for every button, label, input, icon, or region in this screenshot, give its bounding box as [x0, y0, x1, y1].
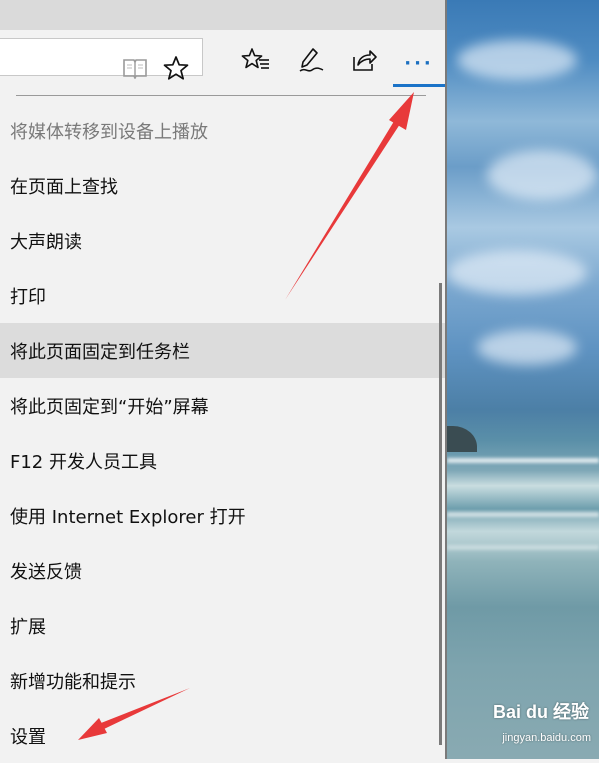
menu-divider — [16, 95, 426, 96]
menu-item-open-with-ie[interactable]: 使用 Internet Explorer 打开 — [0, 488, 445, 543]
cloud — [457, 40, 577, 80]
window-border — [445, 0, 447, 759]
menu-item-find-on-page[interactable]: 在页面上查找 — [0, 158, 445, 213]
menu-item-pin-to-taskbar[interactable]: 将此页面固定到任务栏 — [0, 323, 445, 378]
menu-item-cast-media[interactable]: 将媒体转移到设备上播放 — [0, 103, 445, 158]
share-icon[interactable] — [346, 44, 382, 76]
more-options-menu: 将媒体转移到设备上播放 在页面上查找 大声朗读 打印 将此页面固定到任务栏 将此… — [0, 90, 445, 759]
watermark-logo: Bai du 经验 — [492, 702, 589, 722]
more-button-active-indicator — [393, 84, 445, 87]
menu-item-settings[interactable]: 设置 — [0, 708, 445, 763]
coast-rock — [447, 426, 477, 452]
menu-item-send-feedback[interactable]: 发送反馈 — [0, 543, 445, 598]
hub-icon[interactable] — [238, 44, 274, 76]
edge-browser-window: ··· 将媒体转移到设备上播放 在页面上查找 大声朗读 打印 将此页面固定到任务… — [0, 0, 445, 759]
menu-item-whats-new[interactable]: 新增功能和提示 — [0, 653, 445, 708]
star-icon[interactable] — [161, 53, 191, 83]
address-bar[interactable] — [0, 38, 203, 80]
watermark-url: jingyan.baidu.com — [502, 732, 591, 744]
wave-foam — [447, 512, 599, 517]
menu-item-developer-tools[interactable]: F12 开发人员工具 — [0, 433, 445, 488]
menu-item-read-aloud[interactable]: 大声朗读 — [0, 213, 445, 268]
cloud — [477, 330, 577, 365]
menu-scrollbar[interactable] — [439, 283, 442, 745]
pen-icon[interactable] — [293, 44, 329, 76]
cloud — [487, 150, 597, 200]
toolbar: ··· — [0, 30, 445, 90]
menu-item-print[interactable]: 打印 — [0, 268, 445, 323]
tab-bar — [0, 0, 445, 30]
cloud — [447, 250, 587, 295]
more-options-button[interactable]: ··· — [393, 38, 445, 88]
wave-foam — [447, 545, 599, 550]
menu-item-pin-to-start[interactable]: 将此页固定到“开始”屏幕 — [0, 378, 445, 433]
menu-item-extensions[interactable]: 扩展 — [0, 598, 445, 653]
reading-view-icon[interactable] — [121, 54, 149, 82]
wave-foam — [447, 458, 599, 463]
desktop-wallpaper: Bai du 经验 jingyan.baidu.com — [447, 0, 599, 759]
